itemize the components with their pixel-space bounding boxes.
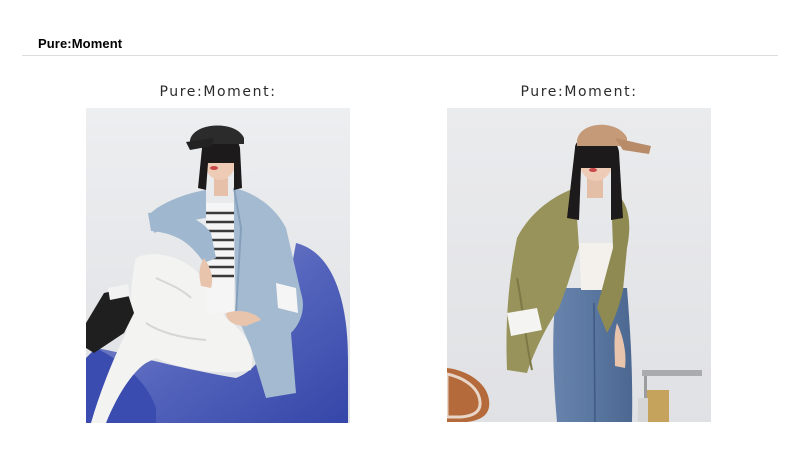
photo-right-image [447, 108, 711, 422]
photo-left [86, 108, 350, 423]
photo-right [447, 108, 711, 422]
photo-caption-right: Pure:Moment: [520, 84, 638, 100]
header-divider [22, 55, 778, 56]
photo-left-image [86, 108, 350, 423]
page-title: Pure:Moment [38, 36, 123, 51]
photo-caption-left: Pure:Moment: [159, 84, 277, 100]
